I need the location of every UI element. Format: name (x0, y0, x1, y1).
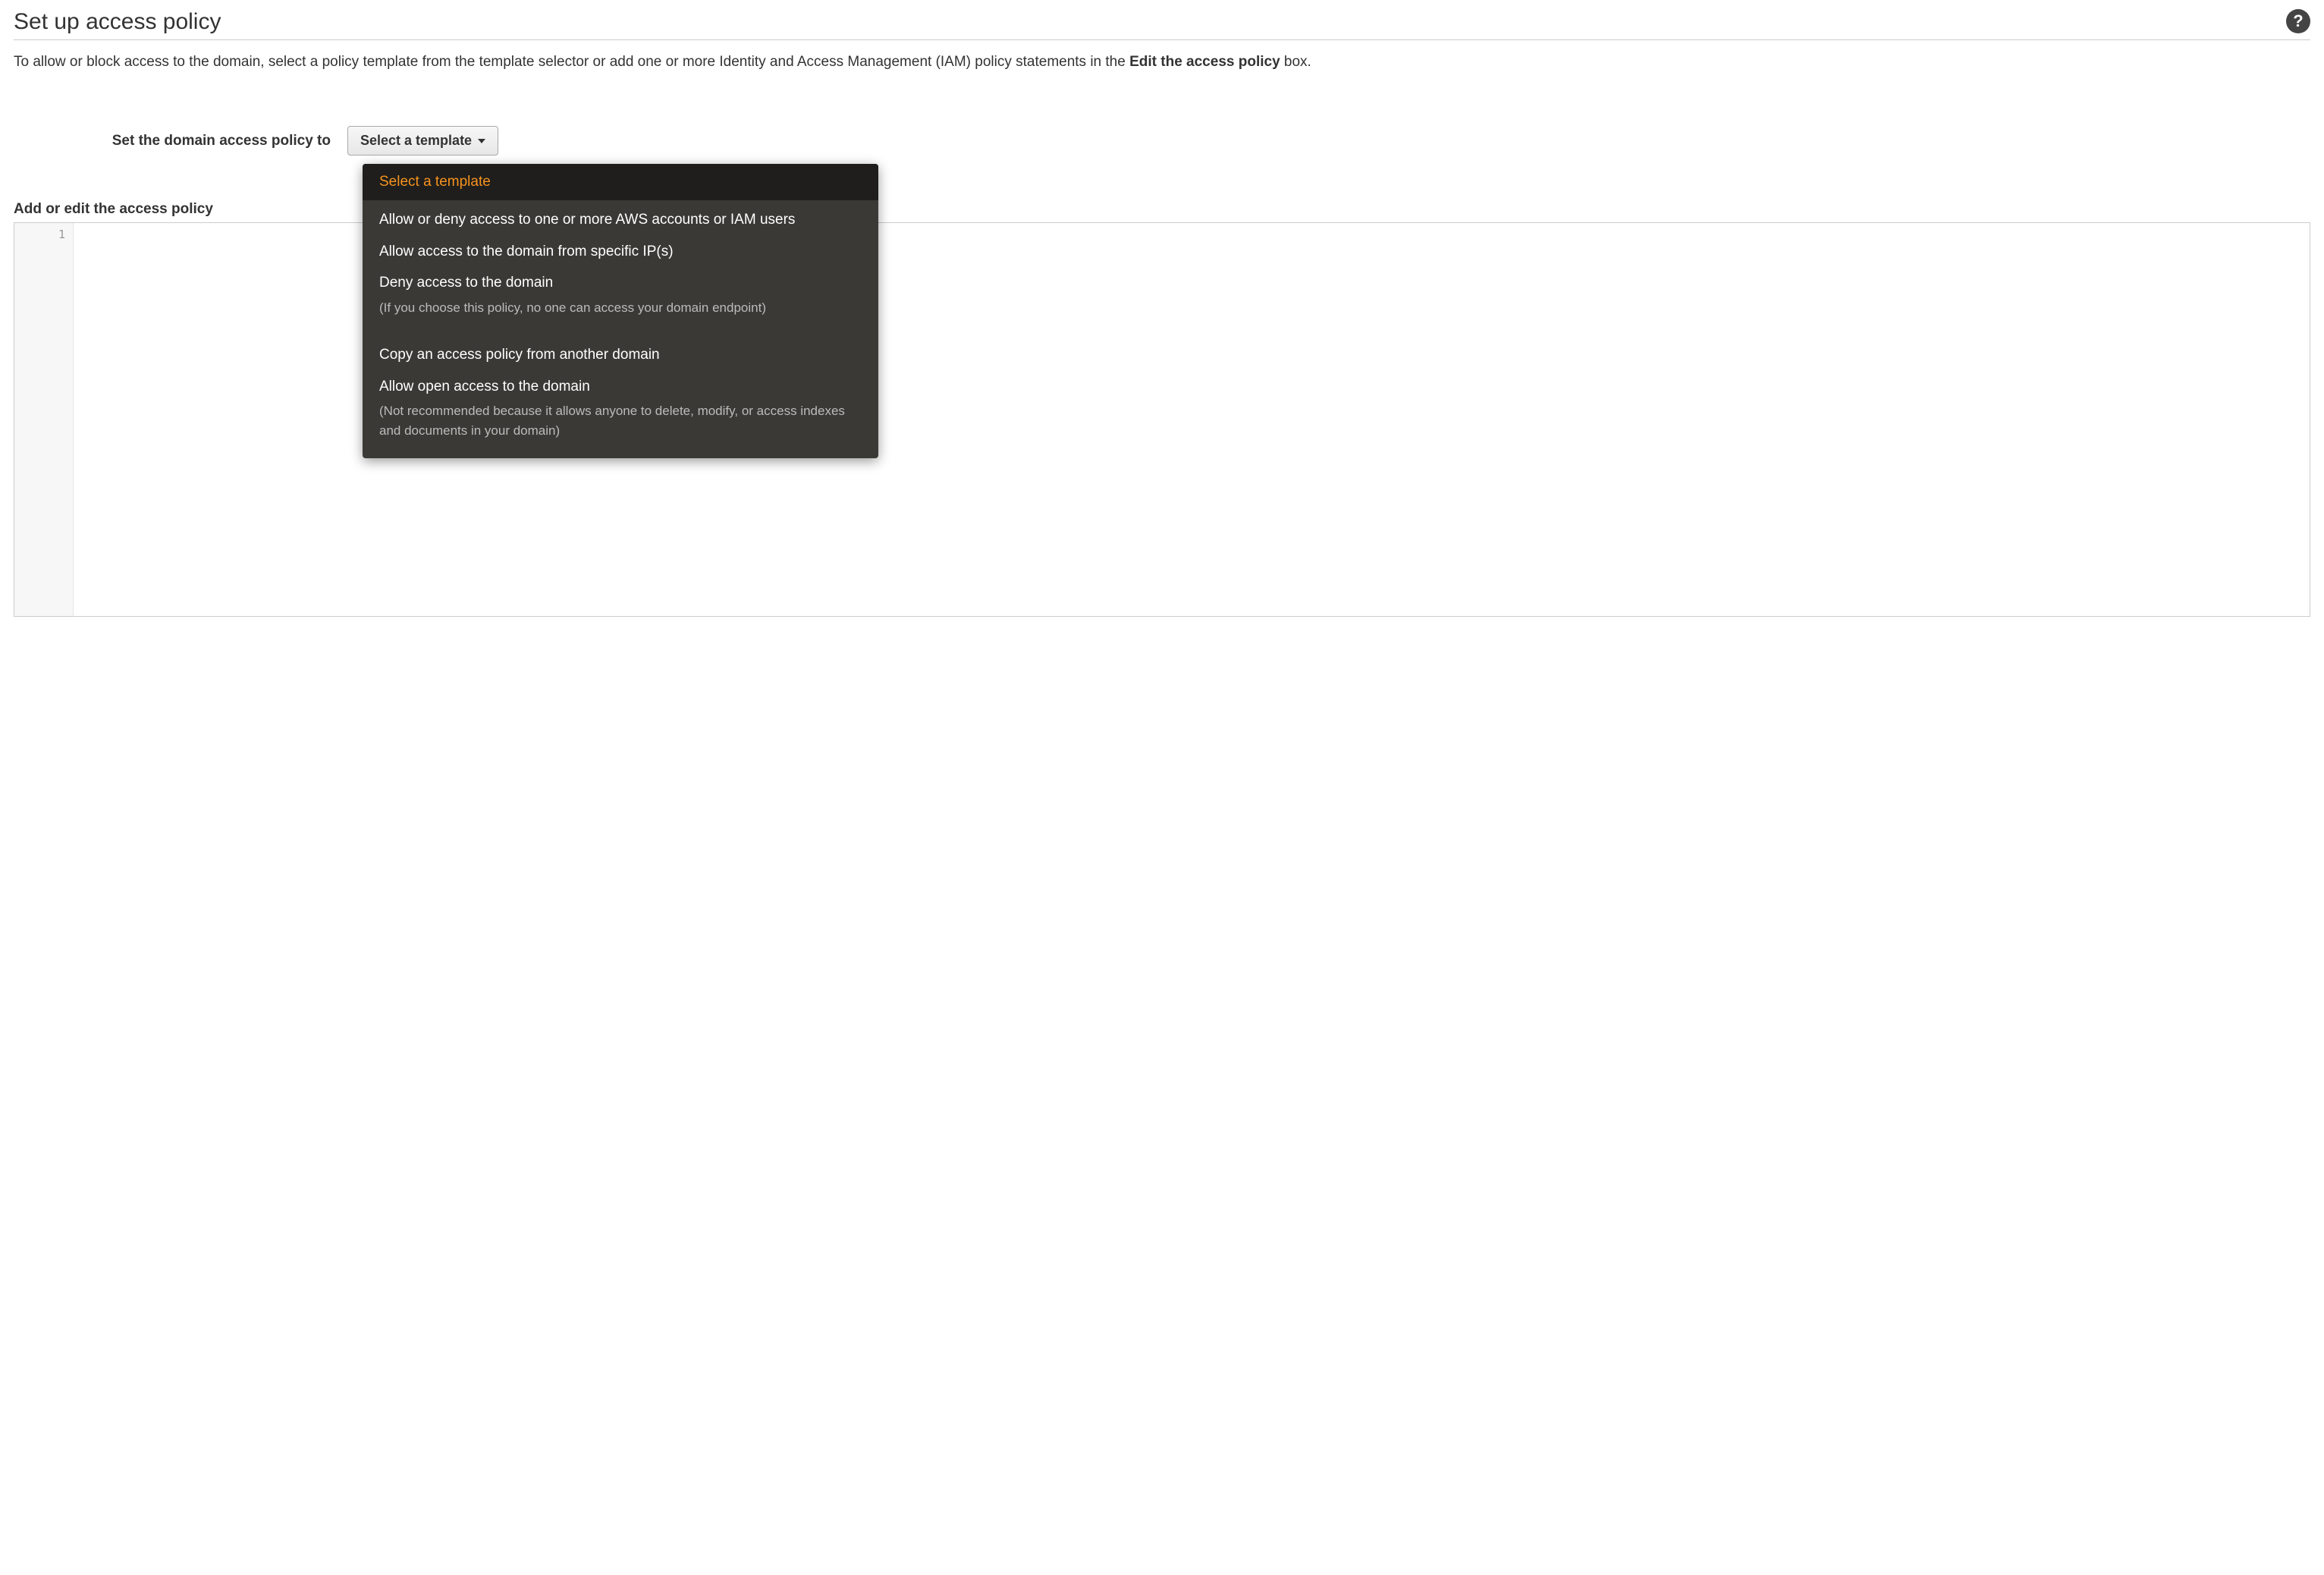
page-title: Set up access policy (14, 9, 221, 35)
chevron-down-icon (478, 139, 485, 143)
editor-gutter: 1 (14, 223, 74, 616)
dropdown-option-deny-access-note: (If you choose this policy, no one can a… (363, 298, 878, 325)
dropdown-option-specific-ip[interactable]: Allow access to the domain from specific… (363, 235, 878, 267)
description-text: To allow or block access to the domain, … (14, 51, 2310, 73)
description-bold: Edit the access policy (1129, 54, 1280, 70)
dropdown-option-open-access[interactable]: Allow open access to the domain (363, 370, 878, 402)
template-dropdown-panel: Select a template Allow or deny access t… (363, 164, 878, 458)
help-icon[interactable]: ? (2286, 9, 2310, 33)
editor-line-number: 1 (14, 228, 65, 241)
dropdown-option-open-access-note: (Not recommended because it allows anyon… (363, 401, 878, 448)
dropdown-option-copy-domain[interactable]: Copy an access policy from another domai… (363, 338, 878, 370)
dropdown-option-placeholder[interactable]: Select a template (363, 164, 878, 200)
dropdown-option-deny-access[interactable]: Deny access to the domain (363, 266, 878, 298)
policy-template-row: Set the domain access policy to Select a… (14, 126, 2310, 156)
template-select-button[interactable]: Select a template (347, 126, 498, 156)
policy-editor: 1 (14, 222, 2310, 617)
dropdown-option-accounts-iam[interactable]: Allow or deny access to one or more AWS … (363, 203, 878, 235)
template-select-label: Select a template (360, 133, 472, 149)
description-prefix: To allow or block access to the domain, … (14, 54, 1129, 70)
editor-section-label: Add or edit the access policy (14, 201, 2310, 218)
policy-template-label: Set the domain access policy to (14, 133, 347, 149)
description-suffix: box. (1280, 54, 1311, 70)
